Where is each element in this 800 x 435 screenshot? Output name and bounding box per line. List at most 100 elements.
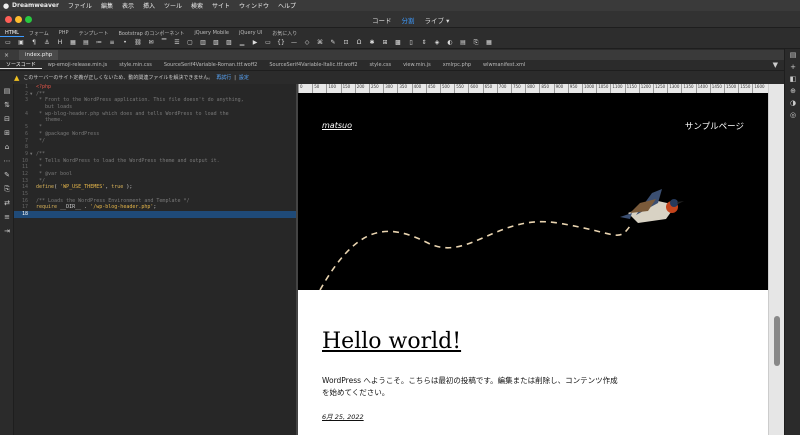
live-view-button[interactable]: ライブ ▾	[425, 15, 450, 25]
figure-icon[interactable]: ▤	[81, 39, 91, 47]
move-css-icon[interactable]: ⇄	[0, 196, 14, 210]
dom-panel-icon[interactable]: ⊕	[785, 85, 800, 97]
scrollbar-thumb[interactable]	[774, 316, 780, 366]
close-window-button[interactable]	[5, 16, 12, 23]
related-file[interactable]: view.min.js	[397, 62, 437, 68]
related-file-source[interactable]: ソースコード	[0, 61, 42, 69]
main-icon[interactable]: ▢	[185, 39, 195, 47]
code-line[interactable]: 5 *	[14, 124, 296, 131]
tab-bootstrap[interactable]: Bootstrap のコンポーネント	[113, 30, 189, 37]
menu-window[interactable]: ウィンドウ	[239, 1, 269, 10]
expand-all-icon[interactable]: ⊞	[0, 126, 14, 140]
retry-link[interactable]: 再試行	[216, 74, 231, 81]
post-title-link[interactable]: Hello world!	[322, 329, 461, 354]
paragraph-icon[interactable]: ¶	[29, 39, 39, 47]
collapse-icon[interactable]: ⇕	[419, 39, 429, 47]
select-parent-icon[interactable]: ⌂	[0, 140, 14, 154]
site-title-link[interactable]: matsuo	[322, 121, 352, 130]
canvas-icon[interactable]: ▩	[393, 39, 403, 47]
ordered-list-icon[interactable]: ≡	[107, 39, 117, 47]
unordered-list-icon[interactable]: ≔	[94, 39, 104, 47]
code-line[interactable]: 16 /** Loads the WordPress Environment an…	[14, 198, 296, 205]
menu-view[interactable]: 表示	[122, 1, 134, 10]
settings-link[interactable]: 設定	[239, 74, 249, 81]
code-line[interactable]: 11 *	[14, 164, 296, 171]
header-icon[interactable]: ▔	[159, 39, 169, 47]
css-designer-icon[interactable]: ◧	[785, 73, 800, 85]
nav-link-sample-page[interactable]: サンプルページ	[685, 120, 744, 132]
document-tab[interactable]: index.php	[19, 50, 59, 60]
div-icon[interactable]: ▭	[3, 39, 13, 47]
code-line[interactable]: 9 ▼/**	[14, 151, 296, 158]
tab-html[interactable]: HTML	[0, 30, 24, 37]
format-source-icon[interactable]: ≡	[0, 210, 14, 224]
split-view-button[interactable]: 分割	[402, 15, 415, 25]
footer-icon[interactable]: ▁	[237, 39, 247, 47]
minimize-window-button[interactable]	[15, 16, 22, 23]
table-icon[interactable]: ▦	[68, 39, 78, 47]
files-panel-icon[interactable]: ▤	[785, 49, 800, 61]
related-file[interactable]: SourceSerif4Variable-Italic.ttf.woff2	[263, 62, 363, 68]
hr-icon[interactable]: —	[289, 39, 299, 47]
aside-icon[interactable]: ▥	[198, 39, 208, 47]
plugin-icon[interactable]: ◈	[432, 39, 442, 47]
code-line[interactable]: 2 ▼/**	[14, 91, 296, 98]
file-management-icon[interactable]: ⇅	[0, 98, 14, 112]
code-line[interactable]: 15	[14, 191, 296, 198]
code-line[interactable]: 3 * Front to the WordPress application. …	[14, 97, 296, 104]
code-line[interactable]: 8	[14, 144, 296, 151]
keywords-icon[interactable]: ⌘	[315, 39, 325, 47]
live-view[interactable]: matsuo サンプルページ Hello world! WordPress へよ…	[298, 93, 768, 435]
close-tab-icon[interactable]: ×	[4, 52, 9, 59]
code-line[interactable]: 18	[14, 211, 296, 218]
description-icon[interactable]: ✎	[328, 39, 338, 47]
snippet-icon[interactable]: ⎘	[471, 39, 481, 47]
hyperlink-icon[interactable]: ⛓	[133, 39, 143, 47]
code-line[interactable]: 13 */	[14, 178, 296, 185]
post-date-link[interactable]: 6月 25, 2022	[322, 411, 364, 421]
related-file[interactable]: style.min.css	[113, 62, 158, 68]
zoom-window-button[interactable]	[25, 16, 32, 23]
code-line[interactable]: 14 define( 'WP_USE_THEMES', true );	[14, 184, 296, 191]
heading-icon[interactable]: H	[55, 39, 65, 47]
insert-panel-icon[interactable]: +	[785, 61, 800, 73]
live-view-scrollbar[interactable]	[768, 84, 784, 435]
code-line[interactable]: 17 require __DIR__ . '/wp-blog-header.php…	[14, 204, 296, 211]
code-line[interactable]: 6 * @package WordPress	[14, 131, 296, 138]
section-icon[interactable]: ▨	[224, 39, 234, 47]
indent-icon[interactable]: ⇥	[0, 224, 14, 238]
viewport-icon[interactable]: ⊡	[341, 39, 351, 47]
image-icon[interactable]: ▣	[16, 39, 26, 47]
code-line[interactable]: 10 * Tells WordPress to load the WordPre…	[14, 158, 296, 165]
template-icon[interactable]: ▤	[458, 39, 468, 47]
code-editor[interactable]: 1 <?php 2 ▼/** 3 * Front to the WordPress ap…	[14, 84, 296, 435]
comment-icon[interactable]: ✱	[367, 39, 377, 47]
tab-php[interactable]: PHP	[54, 30, 74, 36]
related-file[interactable]: style.css	[364, 62, 398, 68]
menu-insert[interactable]: 挿入	[143, 1, 155, 10]
collapse-tag-icon[interactable]: ⊟	[0, 112, 14, 126]
menu-find[interactable]: 検索	[191, 1, 203, 10]
form-icon[interactable]: ▭	[263, 39, 273, 47]
related-file[interactable]: SourceSerif4Variable-Roman.ttf.woff2	[158, 62, 264, 68]
anchor-icon[interactable]: ⚓	[42, 39, 52, 47]
menu-help[interactable]: ヘルプ	[278, 1, 296, 10]
assets-panel-icon[interactable]: ◑	[785, 97, 800, 109]
apple-icon[interactable]: ●	[0, 2, 12, 10]
iframe-icon[interactable]: ⊞	[380, 39, 390, 47]
meta-icon[interactable]: ◇	[302, 39, 312, 47]
code-line[interactable]: 7 */	[14, 138, 296, 145]
related-file[interactable]: wp-emoji-release.min.js	[42, 62, 114, 68]
tab-form[interactable]: フォーム	[24, 30, 54, 37]
menu-edit[interactable]: 編集	[101, 1, 113, 10]
code-line[interactable]: 12 * @var bool	[14, 171, 296, 178]
code-line[interactable]: theme.	[14, 117, 296, 124]
snippets-panel-icon[interactable]: ◎	[785, 109, 800, 121]
color-icon[interactable]: ◐	[445, 39, 455, 47]
related-file[interactable]: wlwmanifest.xml	[477, 62, 531, 68]
code-view-button[interactable]: コード	[372, 15, 392, 25]
script-icon[interactable]: {}	[276, 39, 286, 47]
nav-icon[interactable]: ☰	[172, 39, 182, 47]
code-line[interactable]: 4 * wp-blog-header.php which does and te…	[14, 111, 296, 118]
open-documents-icon[interactable]: ▤	[0, 84, 14, 98]
